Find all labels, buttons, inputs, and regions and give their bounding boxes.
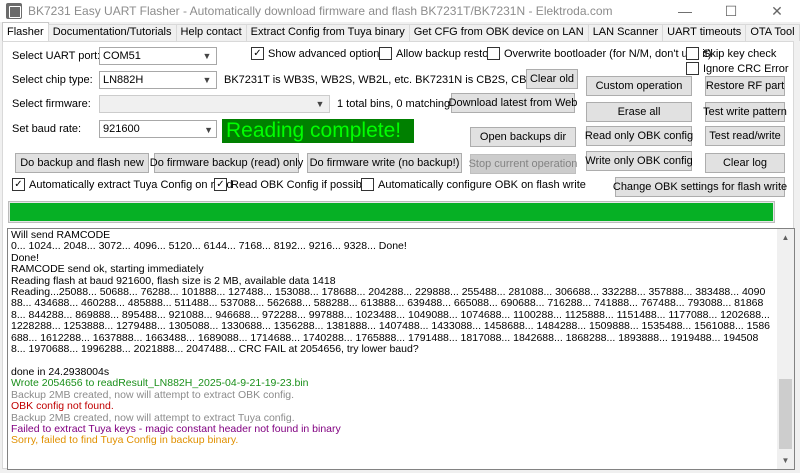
scroll-up-icon[interactable]: ▲ (777, 229, 794, 246)
checkbox-box: ✓ (12, 178, 25, 191)
ignore-crc-checkbox[interactable]: Ignore CRC Error (686, 62, 789, 75)
uart-port-select[interactable]: COM51 ▼ (99, 47, 217, 65)
tab-help-contact[interactable]: Help contact (175, 24, 247, 41)
tab-uart-timeouts[interactable]: UART timeouts (662, 24, 747, 41)
open-backups-button[interactable]: Open backups dir (470, 127, 576, 147)
overwrite-bootloader-checkbox[interactable]: Overwrite bootloader (for N/M, don't use… (487, 47, 712, 60)
read-obk-config-checkbox[interactable]: ✓ Read OBK Config if possible (214, 178, 370, 191)
chevron-down-icon: ▼ (315, 99, 325, 109)
change-obk-settings-button[interactable]: Change OBK settings for flash write (613, 177, 787, 197)
flasher-panel: Select UART port: COM51 ▼ ✓ Show advance… (2, 41, 795, 470)
read-only-obk-button[interactable]: Read only OBK config (585, 126, 693, 146)
read-obk-config-label: Read OBK Config if possible (231, 178, 371, 191)
erase-all-button[interactable]: Erase all (586, 102, 692, 122)
firmware-label: Select firmware: (12, 98, 91, 110)
auto-extract-tuya-label: Automatically extract Tuya Config on rea… (29, 178, 233, 191)
scroll-thumb[interactable] (779, 379, 792, 449)
checkbox-box (379, 47, 392, 60)
log-lines: Will send RAMCODE 0... 1024... 2048... 30… (11, 229, 773, 447)
chip-type-label: Select chip type: (12, 74, 93, 86)
auto-extract-tuya-checkbox[interactable]: ✓ Automatically extract Tuya Config on r… (12, 178, 233, 191)
chip-type-value: LN882H (103, 74, 144, 86)
write-only-obk-button[interactable]: Write only OBK config (585, 151, 693, 171)
firmware-write-button[interactable]: Do firmware write (no backup!) (307, 153, 462, 173)
skip-key-check-checkbox[interactable]: Skip key check (686, 47, 776, 60)
restore-rf-button[interactable]: Restore RF part (705, 76, 785, 96)
checkbox-box (686, 47, 699, 60)
uart-port-label: Select UART port: (12, 50, 101, 62)
download-latest-button[interactable]: Download latest from Web (449, 93, 577, 113)
checkbox-box (361, 178, 374, 191)
log-output[interactable]: Will send RAMCODE 0... 1024... 2048... 30… (7, 228, 795, 470)
show-advanced-checkbox[interactable]: ✓ Show advanced options (251, 47, 385, 60)
progress-bar (8, 201, 775, 223)
scroll-down-icon[interactable]: ▼ (777, 452, 794, 469)
title-bar: BK7231 Easy UART Flasher - Automatically… (0, 0, 800, 22)
tab-get-cfg-lan[interactable]: Get CFG from OBK device on LAN (408, 24, 589, 41)
log-line: 0... 1024... 2048... 3072... 4096... 512… (11, 240, 407, 253)
minimize-button[interactable]: — (662, 0, 708, 22)
auto-configure-obk-label: Automatically configure OBK on flash wri… (378, 178, 586, 191)
backup-and-flash-button[interactable]: Do backup and flash new (15, 153, 149, 173)
tab-documentation[interactable]: Documentation/Tutorials (47, 24, 177, 41)
checkbox-box (686, 62, 699, 75)
log-line: Reading...25088... 50688... 76288... 101… (11, 286, 773, 356)
clear-old-button[interactable]: Clear old (526, 69, 578, 89)
app-icon (6, 3, 22, 19)
maximize-button[interactable]: ☐ (708, 0, 754, 22)
uart-port-value: COM51 (103, 50, 141, 62)
close-button[interactable]: ✕ (754, 0, 800, 22)
progress-fill (10, 203, 773, 221)
log-line: Wrote 2054656 to readResult_LN882H_2025-… (11, 377, 309, 390)
log-line: RAMCODE send ok, starting immediately (11, 263, 204, 276)
status-banner: Reading complete! (222, 119, 414, 143)
checkbox-box: ✓ (214, 178, 227, 191)
chip-info-text: BK7231T is WB3S, WB2S, WB2L, etc. BK7231… (224, 74, 561, 86)
baud-rate-label: Set baud rate: (12, 123, 82, 135)
test-read-write-button[interactable]: Test read/write (705, 126, 785, 146)
tab-ota-tool[interactable]: OTA Tool (745, 24, 800, 41)
chevron-down-icon: ▼ (202, 51, 212, 61)
window-title: BK7231 Easy UART Flasher - Automatically… (28, 4, 613, 18)
log-line: Sorry, failed to find Tuya Config in bac… (11, 434, 239, 447)
ignore-crc-label: Ignore CRC Error (703, 62, 789, 75)
overwrite-bootloader-label: Overwrite bootloader (for N/M, don't use… (504, 47, 712, 60)
checkbox-box: ✓ (251, 47, 264, 60)
skip-key-check-label: Skip key check (703, 47, 777, 60)
allow-backup-restore-checkbox[interactable]: Allow backup restore (379, 47, 498, 60)
allow-backup-restore-label: Allow backup restore (396, 47, 499, 60)
stop-operation-button[interactable]: Stop current operation (469, 154, 577, 174)
log-line: Backup 2MB created, now will attempt to … (11, 388, 295, 401)
tab-lan-scanner[interactable]: LAN Scanner (587, 24, 664, 41)
baud-rate-value: 921600 (103, 123, 140, 135)
clear-log-button[interactable]: Clear log (705, 153, 785, 173)
show-advanced-label: Show advanced options (268, 47, 385, 60)
chevron-down-icon: ▼ (202, 75, 212, 85)
log-line: OBK config not found. (11, 400, 114, 413)
tab-extract-config[interactable]: Extract Config from Tuya binary (245, 24, 410, 41)
firmware-info-text: 1 total bins, 0 matching. (337, 98, 454, 110)
checkbox-box (487, 47, 500, 60)
baud-rate-select[interactable]: 921600 ▼ (99, 120, 217, 138)
tab-strip: Flasher Documentation/Tutorials Help con… (2, 22, 800, 41)
chevron-down-icon: ▼ (204, 125, 213, 135)
custom-operation-button[interactable]: Custom operation (586, 76, 692, 96)
chip-type-select[interactable]: LN882H ▼ (99, 71, 217, 89)
auto-configure-obk-checkbox[interactable]: Automatically configure OBK on flash wri… (361, 178, 586, 191)
log-scrollbar[interactable]: ▲ ▼ (777, 229, 794, 469)
test-write-pattern-button[interactable]: Test write pattern (703, 102, 787, 122)
firmware-backup-button[interactable]: Do firmware backup (read) only (150, 153, 303, 173)
firmware-select[interactable]: ▼ (99, 95, 330, 113)
tab-flasher[interactable]: Flasher (2, 22, 49, 41)
